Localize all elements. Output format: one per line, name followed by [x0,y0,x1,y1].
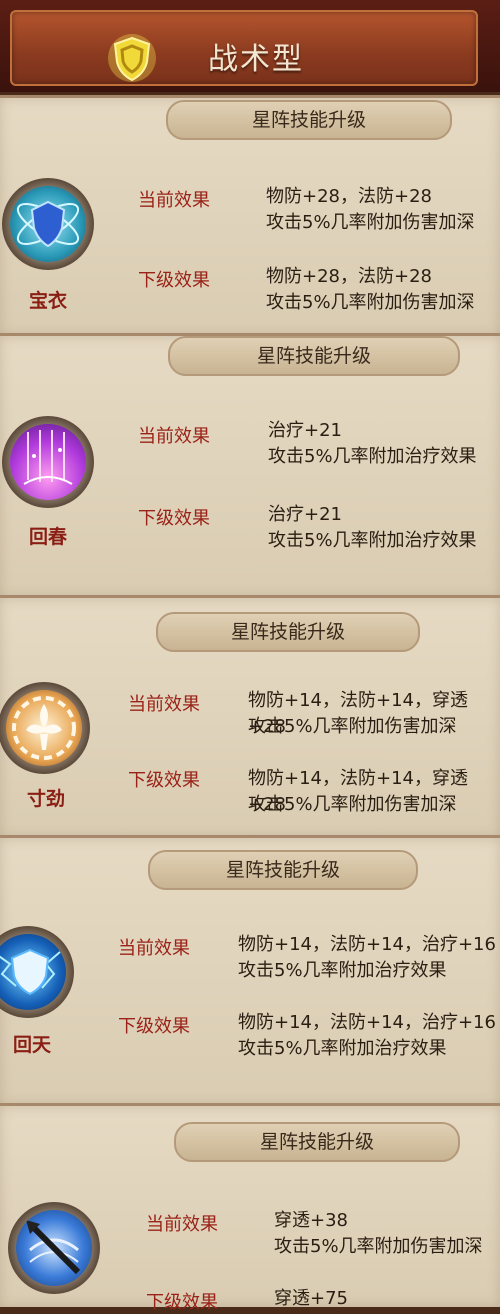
spear-swirl-icon [26,1220,81,1275]
current-effect-label: 当前效果 [138,190,210,211]
upgrade-banner: 星阵技能升级 [156,612,420,652]
upgrade-banner: 星阵技能升级 [174,1122,460,1162]
current-effect-line1: 物防+14，法防+14，治疗+16 [238,934,496,955]
skill-name: 回天 [13,1034,52,1056]
next-effect-line2: 攻击5%几率附加伤害加深 [248,794,457,815]
upgrade-banner: 星阵技能升级 [148,850,418,890]
next-effect-line1: 物防+14，法防+14，治疗+16 [238,1012,496,1033]
next-effect-label: 下级效果 [128,770,200,791]
current-effect-line1: 物防+28，法防+28 [266,186,432,207]
page-title: 战术型 [208,42,304,77]
current-effect-label: 当前效果 [138,426,210,447]
next-effect-line2: 攻击5%几率附加治疗效果 [238,1038,447,1059]
purple-light-icon [23,430,73,485]
blue-shield-icon [16,200,80,248]
shield-icon [108,34,156,82]
upgrade-banner: 星阵技能升级 [168,336,460,376]
skill-panel: 星阵技能升级 宝衣 当前效果 物防+28，法防+28 攻击5%几率附加伤害加深 … [0,95,500,336]
current-effect-label: 当前效果 [118,938,190,959]
current-effect-line2: 攻击5%几率附加治疗效果 [238,960,447,981]
current-effect-label: 当前效果 [128,694,200,715]
skill-name: 回春 [29,526,68,548]
next-effect-line1: 穿透+75 [274,1288,348,1309]
skill-name: 寸劲 [27,788,66,810]
skill-panel: 星阵技能升级 寸劲 当前效果 物防+14，法防+14，穿透+28 攻击5%几率附… [0,595,500,838]
next-effect-label: 下级效果 [118,1016,190,1037]
skill-panel: 星阵技能升级 回春 当前效果 治疗+21 攻击5%几率附加治疗效果 下级效果 治… [0,333,500,598]
current-effect-label: 当前效果 [146,1214,218,1235]
skill-icon-frame[interactable] [2,416,94,508]
current-effect-line2: 攻击5%几率附加治疗效果 [268,446,477,467]
next-effect-line2: 攻击5%几率附加治疗效果 [268,530,477,551]
fleur-de-lis-icon [12,696,76,760]
skill-icon-frame[interactable] [0,682,90,774]
next-effect-line1: 治疗+21 [268,504,342,525]
current-effect-line2: 攻击5%几率附加伤害加深 [266,212,475,233]
header: 战术型 [0,0,500,92]
skill-panel: 星阵技能升级 回天 当前效果 物防+14，法防+14，治疗+16 攻击5%几率附… [0,835,500,1106]
category-tab[interactable]: 战术型 [10,10,478,86]
current-effect-line1: 治疗+21 [268,420,342,441]
current-effect-line2: 攻击5%几率附加伤害加深 [274,1236,483,1257]
next-effect-line1: 物防+28，法防+28 [266,266,432,287]
next-effect-label: 下级效果 [146,1292,218,1313]
skill-icon-frame[interactable] [2,178,94,270]
skill-icon-frame[interactable] [8,1202,100,1294]
current-effect-line1: 穿透+38 [274,1210,348,1231]
skill-name: 宝衣 [29,290,68,312]
skill-panel: 星阵技能升级 当前效果 穿透+38 攻击5%几率附加伤害加深 下级效果 穿透+7… [0,1103,500,1313]
upgrade-banner: 星阵技能升级 [166,100,452,140]
next-effect-line2: 攻击5%几率附加伤害加深 [266,292,475,313]
next-effect-label: 下级效果 [138,508,210,529]
lightning-shield-icon [0,948,61,996]
next-effect-label: 下级效果 [138,270,210,291]
skill-icon-frame[interactable] [0,926,74,1018]
current-effect-line2: 攻击5%几率附加伤害加深 [248,716,457,737]
